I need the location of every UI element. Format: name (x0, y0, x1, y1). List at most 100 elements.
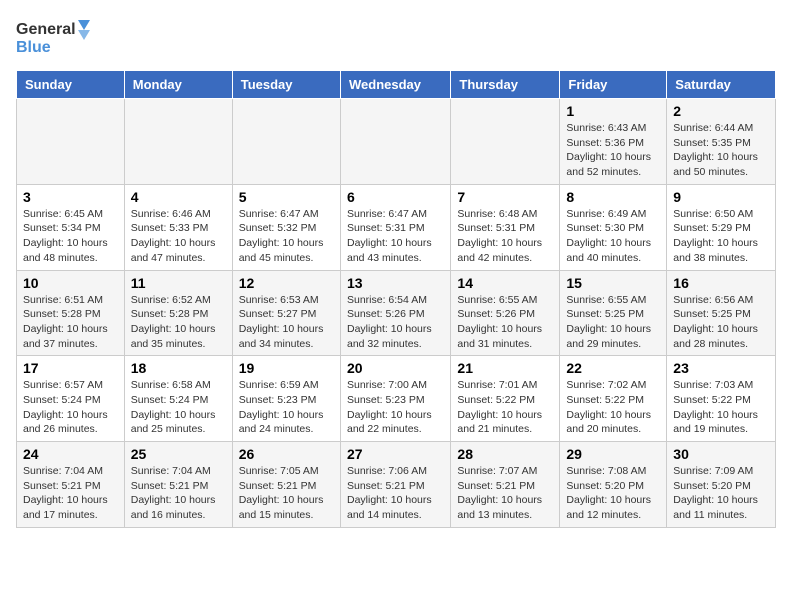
svg-text:General: General (16, 21, 76, 38)
day-info: Sunrise: 6:47 AMSunset: 5:32 PMDaylight:… (239, 207, 334, 266)
day-info: Sunrise: 6:51 AMSunset: 5:28 PMDaylight:… (23, 293, 118, 352)
day-info: Sunrise: 6:48 AMSunset: 5:31 PMDaylight:… (457, 207, 553, 266)
day-info: Sunrise: 7:02 AMSunset: 5:22 PMDaylight:… (566, 378, 660, 437)
day-info: Sunrise: 6:45 AMSunset: 5:34 PMDaylight:… (23, 207, 118, 266)
day-number: 23 (673, 360, 769, 376)
day-number: 21 (457, 360, 553, 376)
logo-svg: GeneralBlue (16, 16, 96, 58)
day-number: 2 (673, 103, 769, 119)
day-info: Sunrise: 6:43 AMSunset: 5:36 PMDaylight:… (566, 121, 660, 180)
calendar-cell: 9 Sunrise: 6:50 AMSunset: 5:29 PMDaylight… (667, 184, 776, 270)
day-number: 8 (566, 189, 660, 205)
day-number: 1 (566, 103, 660, 119)
day-info: Sunrise: 7:08 AMSunset: 5:20 PMDaylight:… (566, 464, 660, 523)
calendar-cell: 26 Sunrise: 7:05 AMSunset: 5:21 PMDayligh… (232, 442, 340, 528)
header-day-thursday: Thursday (451, 71, 560, 99)
calendar-cell: 28Sunrise: 7:07 AMSunset: 5:21 PMDayligh… (451, 442, 560, 528)
calendar-cell: 1 Sunrise: 6:43 AMSunset: 5:36 PMDaylight… (560, 99, 667, 185)
calendar-cell: 27Sunrise: 7:06 AMSunset: 5:21 PMDayligh… (340, 442, 450, 528)
calendar-cell: 16 Sunrise: 6:56 AMSunset: 5:25 PMDayligh… (667, 270, 776, 356)
calendar-cell: 14 Sunrise: 6:55 AMSunset: 5:26 PMDayligh… (451, 270, 560, 356)
calendar-cell (232, 99, 340, 185)
calendar-cell: 10 Sunrise: 6:51 AMSunset: 5:28 PMDayligh… (17, 270, 125, 356)
page-header: GeneralBlue (16, 16, 776, 58)
day-number: 22 (566, 360, 660, 376)
day-info: Sunrise: 6:49 AMSunset: 5:30 PMDaylight:… (566, 207, 660, 266)
calendar-table: SundayMondayTuesdayWednesdayThursdayFrid… (16, 70, 776, 528)
day-number: 19 (239, 360, 334, 376)
header-day-friday: Friday (560, 71, 667, 99)
calendar-cell (451, 99, 560, 185)
calendar-cell: 24 Sunrise: 7:04 AMSunset: 5:21 PMDayligh… (17, 442, 125, 528)
day-number: 10 (23, 275, 118, 291)
calendar-cell (17, 99, 125, 185)
day-info: Sunrise: 6:54 AMSunset: 5:26 PMDaylight:… (347, 293, 444, 352)
day-number: 30 (673, 446, 769, 462)
calendar-cell (340, 99, 450, 185)
calendar-cell: 21 Sunrise: 7:01 AMSunset: 5:22 PMDayligh… (451, 356, 560, 442)
week-row-1: 1 Sunrise: 6:43 AMSunset: 5:36 PMDaylight… (17, 99, 776, 185)
calendar-cell: 13 Sunrise: 6:54 AMSunset: 5:26 PMDayligh… (340, 270, 450, 356)
week-row-3: 10 Sunrise: 6:51 AMSunset: 5:28 PMDayligh… (17, 270, 776, 356)
day-number: 12 (239, 275, 334, 291)
day-info: Sunrise: 7:05 AMSunset: 5:21 PMDaylight:… (239, 464, 334, 523)
day-info: Sunrise: 6:50 AMSunset: 5:29 PMDaylight:… (673, 207, 769, 266)
calendar-cell: 7 Sunrise: 6:48 AMSunset: 5:31 PMDaylight… (451, 184, 560, 270)
day-number: 20 (347, 360, 444, 376)
svg-text:Blue: Blue (16, 39, 51, 56)
day-info: Sunrise: 7:04 AMSunset: 5:21 PMDaylight:… (131, 464, 226, 523)
day-number: 26 (239, 446, 334, 462)
header-day-wednesday: Wednesday (340, 71, 450, 99)
day-info: Sunrise: 7:01 AMSunset: 5:22 PMDaylight:… (457, 378, 553, 437)
calendar-cell: 6Sunrise: 6:47 AMSunset: 5:31 PMDaylight… (340, 184, 450, 270)
calendar-cell: 18Sunrise: 6:58 AMSunset: 5:24 PMDayligh… (124, 356, 232, 442)
week-row-2: 3 Sunrise: 6:45 AMSunset: 5:34 PMDaylight… (17, 184, 776, 270)
day-info: Sunrise: 6:52 AMSunset: 5:28 PMDaylight:… (131, 293, 226, 352)
day-number: 13 (347, 275, 444, 291)
day-info: Sunrise: 6:47 AMSunset: 5:31 PMDaylight:… (347, 207, 444, 266)
calendar-cell: 8 Sunrise: 6:49 AMSunset: 5:30 PMDaylight… (560, 184, 667, 270)
header-row: SundayMondayTuesdayWednesdayThursdayFrid… (17, 71, 776, 99)
day-info: Sunrise: 7:04 AMSunset: 5:21 PMDaylight:… (23, 464, 118, 523)
calendar-cell: 22 Sunrise: 7:02 AMSunset: 5:22 PMDayligh… (560, 356, 667, 442)
day-info: Sunrise: 7:09 AMSunset: 5:20 PMDaylight:… (673, 464, 769, 523)
day-number: 24 (23, 446, 118, 462)
day-info: Sunrise: 6:56 AMSunset: 5:25 PMDaylight:… (673, 293, 769, 352)
day-number: 4 (131, 189, 226, 205)
day-number: 18 (131, 360, 226, 376)
day-number: 16 (673, 275, 769, 291)
day-info: Sunrise: 6:44 AMSunset: 5:35 PMDaylight:… (673, 121, 769, 180)
day-info: Sunrise: 6:55 AMSunset: 5:25 PMDaylight:… (566, 293, 660, 352)
day-info: Sunrise: 6:59 AMSunset: 5:23 PMDaylight:… (239, 378, 334, 437)
day-info: Sunrise: 6:55 AMSunset: 5:26 PMDaylight:… (457, 293, 553, 352)
day-number: 15 (566, 275, 660, 291)
day-number: 3 (23, 189, 118, 205)
day-number: 27 (347, 446, 444, 462)
week-row-4: 17Sunrise: 6:57 AMSunset: 5:24 PMDayligh… (17, 356, 776, 442)
calendar-cell (124, 99, 232, 185)
day-number: 11 (131, 275, 226, 291)
calendar-cell: 12 Sunrise: 6:53 AMSunset: 5:27 PMDayligh… (232, 270, 340, 356)
day-number: 25 (131, 446, 226, 462)
calendar-cell: 11 Sunrise: 6:52 AMSunset: 5:28 PMDayligh… (124, 270, 232, 356)
header-day-sunday: Sunday (17, 71, 125, 99)
calendar-cell: 30 Sunrise: 7:09 AMSunset: 5:20 PMDayligh… (667, 442, 776, 528)
day-number: 7 (457, 189, 553, 205)
day-info: Sunrise: 6:53 AMSunset: 5:27 PMDaylight:… (239, 293, 334, 352)
day-number: 9 (673, 189, 769, 205)
day-info: Sunrise: 7:03 AMSunset: 5:22 PMDaylight:… (673, 378, 769, 437)
header-day-monday: Monday (124, 71, 232, 99)
logo: GeneralBlue (16, 16, 96, 58)
calendar-cell: 25 Sunrise: 7:04 AMSunset: 5:21 PMDayligh… (124, 442, 232, 528)
header-day-tuesday: Tuesday (232, 71, 340, 99)
calendar-cell: 4Sunrise: 6:46 AMSunset: 5:33 PMDaylight… (124, 184, 232, 270)
day-number: 29 (566, 446, 660, 462)
calendar-cell: 23 Sunrise: 7:03 AMSunset: 5:22 PMDayligh… (667, 356, 776, 442)
header-day-saturday: Saturday (667, 71, 776, 99)
day-number: 5 (239, 189, 334, 205)
day-number: 17 (23, 360, 118, 376)
calendar-cell: 20Sunrise: 7:00 AMSunset: 5:23 PMDayligh… (340, 356, 450, 442)
week-row-5: 24 Sunrise: 7:04 AMSunset: 5:21 PMDayligh… (17, 442, 776, 528)
calendar-cell: 15 Sunrise: 6:55 AMSunset: 5:25 PMDayligh… (560, 270, 667, 356)
day-number: 14 (457, 275, 553, 291)
